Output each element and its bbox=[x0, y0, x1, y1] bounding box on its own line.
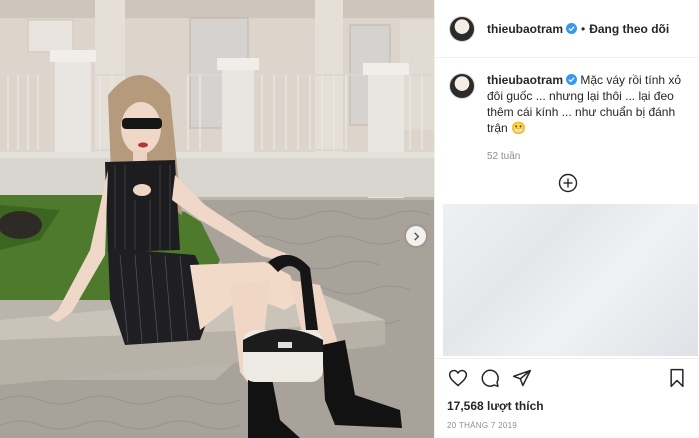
username-link[interactable]: thieubaotram bbox=[487, 22, 563, 36]
caption-username-link[interactable]: thieubaotram bbox=[487, 73, 563, 87]
next-photo-button[interactable] bbox=[406, 226, 426, 246]
heart-icon bbox=[448, 369, 468, 387]
comment-icon bbox=[481, 369, 499, 388]
chevron-right-icon bbox=[413, 231, 419, 241]
post-photo[interactable] bbox=[0, 0, 434, 438]
photo-illustration bbox=[0, 0, 434, 438]
bookmark-icon bbox=[670, 368, 684, 388]
post-header: thieubaotram • Đang theo dõi bbox=[435, 0, 699, 58]
verified-badge-icon bbox=[566, 23, 578, 34]
avatar[interactable] bbox=[449, 15, 475, 42]
post-actions: 17,568 lượt thích 20 THÁNG 7 2019 bbox=[435, 358, 699, 430]
comment-button[interactable] bbox=[479, 367, 501, 389]
post-date[interactable]: 20 THÁNG 7 2019 bbox=[447, 421, 688, 430]
blurred-comments-area bbox=[443, 204, 698, 356]
paper-plane-icon bbox=[512, 369, 532, 387]
plus-circle-icon[interactable] bbox=[558, 173, 578, 193]
caption-avatar[interactable] bbox=[449, 73, 475, 99]
caption-body: thieubaotram Mặc váy rồi tính xỏ đôi guố… bbox=[487, 72, 689, 165]
verified-badge-icon bbox=[566, 74, 578, 85]
action-icons-row bbox=[447, 367, 688, 389]
caption: thieubaotram Mặc váy rồi tính xỏ đôi guố… bbox=[449, 72, 689, 165]
likes-count[interactable]: 17,568 lượt thích bbox=[447, 399, 688, 413]
share-button[interactable] bbox=[511, 367, 533, 389]
caption-timestamp[interactable]: 52 tuần bbox=[487, 149, 689, 165]
follow-status-button[interactable]: Đang theo dõi bbox=[589, 22, 669, 36]
save-button[interactable] bbox=[666, 367, 688, 389]
separator-dot: • bbox=[581, 21, 586, 36]
post-side-panel: thieubaotram • Đang theo dõi thieubaotra… bbox=[434, 0, 699, 438]
like-button[interactable] bbox=[447, 367, 469, 389]
